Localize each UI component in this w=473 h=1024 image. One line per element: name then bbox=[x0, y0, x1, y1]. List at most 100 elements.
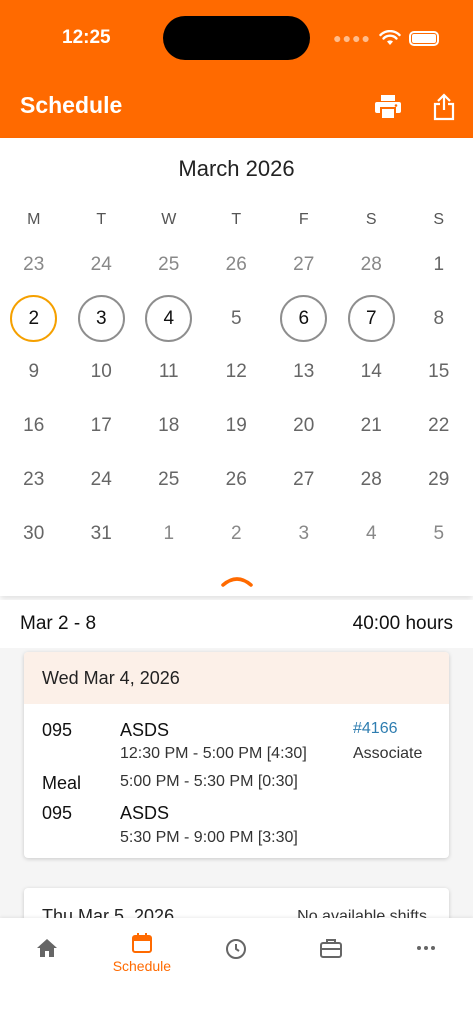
calendar-cell: 26 bbox=[203, 453, 271, 507]
week-range: Mar 2 - 8 bbox=[20, 613, 97, 634]
calendar-cell: 5 bbox=[405, 507, 473, 561]
calendar-cell: 13 bbox=[270, 346, 338, 400]
calendar-day[interactable]: 5 bbox=[415, 510, 462, 557]
calendar-day[interactable]: 28 bbox=[348, 457, 395, 504]
calendar-day[interactable]: 3 bbox=[280, 510, 327, 557]
calendar-day[interactable]: 1 bbox=[415, 241, 462, 288]
calendar-day[interactable]: 26 bbox=[213, 241, 260, 288]
calendar-cell: 1 bbox=[405, 238, 473, 292]
shift-position: Associate bbox=[353, 745, 423, 762]
calendar-cell: 1 bbox=[135, 507, 203, 561]
shift-ticket-link[interactable]: #4166 bbox=[353, 720, 398, 738]
shift-list[interactable]: Wed Mar 4, 2026 095 ASDS #4166 12:30 PM … bbox=[0, 648, 473, 918]
calendar-day[interactable]: 24 bbox=[78, 457, 125, 504]
calendar-day[interactable]: 25 bbox=[145, 241, 192, 288]
calendar-cell: 6 bbox=[270, 292, 338, 346]
calendar-cell: 2 bbox=[203, 507, 271, 561]
calendar-day[interactable]: 31 bbox=[78, 510, 125, 557]
calendar-day[interactable]: 21 bbox=[348, 403, 395, 450]
calendar-day[interactable]: 24 bbox=[78, 241, 125, 288]
calendar-cell: 8 bbox=[405, 292, 473, 346]
calendar-day[interactable]: 29 bbox=[415, 457, 462, 504]
calendar-day-shift[interactable]: 6 bbox=[280, 295, 328, 343]
weekday-label: T bbox=[231, 211, 242, 228]
calendar-day-today[interactable]: 2 bbox=[10, 295, 58, 343]
shift-code: 095 bbox=[42, 803, 73, 823]
calendar-day[interactable]: 13 bbox=[280, 349, 327, 396]
calendar-cell: 24 bbox=[68, 238, 136, 292]
calendar-day[interactable]: 17 bbox=[78, 403, 125, 450]
calendar-day[interactable]: 4 bbox=[348, 510, 395, 557]
calendar-cell: 15 bbox=[405, 346, 473, 400]
home-icon bbox=[37, 939, 58, 957]
calendar-cell: 27 bbox=[270, 238, 338, 292]
calendar-cell: 23 bbox=[0, 453, 68, 507]
calendar-cell: 3 bbox=[270, 507, 338, 561]
calendar-day[interactable]: 19 bbox=[213, 403, 260, 450]
share-button[interactable] bbox=[429, 92, 459, 122]
calendar-day[interactable]: 11 bbox=[145, 349, 192, 396]
calendar-cell: 28 bbox=[338, 238, 406, 292]
calendar-day[interactable]: 25 bbox=[145, 457, 192, 504]
calendar-day-shift[interactable]: 7 bbox=[347, 295, 395, 343]
calendar-day[interactable]: 26 bbox=[213, 457, 260, 504]
calendar-day[interactable]: 5 bbox=[213, 295, 260, 342]
calendar-cell: 9 bbox=[0, 346, 68, 400]
calendar-day[interactable]: 27 bbox=[280, 457, 327, 504]
tab-home[interactable] bbox=[0, 932, 95, 958]
calendar-grid: 23 24 25 26 27 28 1 2 3 4 5 6 7 8 9 10 11 12 13 14 15 16 17 18 1… bbox=[0, 238, 473, 561]
share-icon bbox=[433, 93, 455, 121]
calendar-cell: 20 bbox=[270, 399, 338, 453]
wifi-icon bbox=[379, 30, 401, 45]
collapse-calendar-button[interactable] bbox=[220, 574, 254, 588]
calendar-cell: 7 bbox=[338, 292, 406, 346]
day-card[interactable]: Wed Mar 4, 2026 095 ASDS #4166 12:30 PM … bbox=[24, 652, 449, 858]
calendar-day[interactable]: 2 bbox=[213, 510, 260, 557]
weekday-label: W bbox=[161, 211, 177, 228]
tab-jobs[interactable] bbox=[284, 932, 379, 958]
calendar-cell: 11 bbox=[135, 346, 203, 400]
shift-role: ASDS bbox=[120, 720, 170, 740]
calendar-cell: 24 bbox=[68, 453, 136, 507]
calendar-cell: 25 bbox=[135, 238, 203, 292]
calendar-day[interactable]: 23 bbox=[10, 241, 57, 288]
week-hours: 40:00 hours bbox=[352, 613, 453, 634]
calendar-day[interactable]: 27 bbox=[280, 241, 327, 288]
calendar-cell: 27 bbox=[270, 453, 338, 507]
calendar-day[interactable]: 9 bbox=[10, 349, 57, 396]
calendar-day[interactable]: 10 bbox=[78, 349, 125, 396]
calendar-cell: 16 bbox=[0, 399, 68, 453]
tab-schedule-label: Schedule bbox=[112, 958, 172, 974]
calendar-day-shift[interactable]: 3 bbox=[77, 295, 125, 343]
calendar-day[interactable]: 12 bbox=[213, 349, 260, 396]
calendar-day[interactable]: 14 bbox=[348, 349, 395, 396]
briefcase-icon bbox=[320, 939, 343, 958]
calendar-day[interactable]: 8 bbox=[415, 295, 462, 342]
tab-time-clock[interactable] bbox=[189, 932, 284, 960]
print-button[interactable] bbox=[373, 92, 403, 122]
calendar-cell: 14 bbox=[338, 346, 406, 400]
month-label: March 2026 bbox=[178, 156, 295, 181]
calendar-day[interactable]: 30 bbox=[10, 510, 57, 557]
calendar-cell: 23 bbox=[0, 238, 68, 292]
tab-schedule[interactable]: Schedule bbox=[95, 932, 190, 974]
calendar-day[interactable]: 23 bbox=[10, 457, 57, 504]
weekday-label: S bbox=[365, 211, 377, 228]
status-icons: ●●●● bbox=[333, 30, 439, 46]
calendar-day[interactable]: 1 bbox=[145, 510, 192, 557]
calendar-day[interactable]: 16 bbox=[10, 403, 57, 450]
tab-more[interactable] bbox=[378, 932, 473, 958]
page-title: Schedule bbox=[20, 92, 123, 118]
shift-role: ASDS bbox=[120, 803, 170, 823]
no-shifts-note: No available shifts bbox=[297, 908, 427, 918]
calendar-cell: 30 bbox=[0, 507, 68, 561]
calendar-day[interactable]: 20 bbox=[280, 403, 327, 450]
calendar-day-shift[interactable]: 4 bbox=[145, 295, 193, 343]
calendar-day[interactable]: 22 bbox=[415, 403, 462, 450]
calendar-day[interactable]: 28 bbox=[348, 241, 395, 288]
weekday-label: T bbox=[96, 211, 107, 228]
day-card-date: Thu Mar 5, 2026 bbox=[42, 906, 175, 918]
day-card[interactable]: Thu Mar 5, 2026 No available shifts bbox=[24, 888, 449, 918]
calendar-day[interactable]: 15 bbox=[415, 349, 462, 396]
calendar-day[interactable]: 18 bbox=[145, 403, 192, 450]
